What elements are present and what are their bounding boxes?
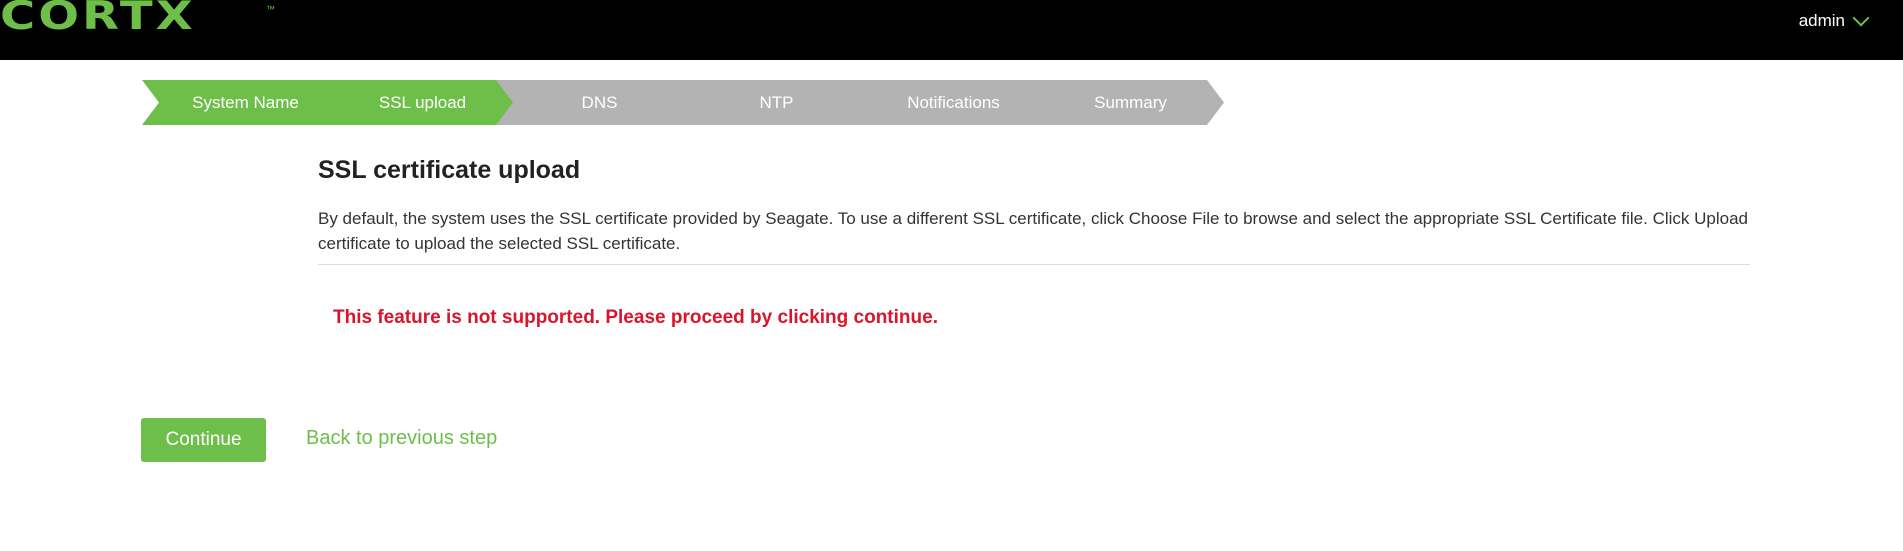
step-system-name[interactable]: System Name xyxy=(142,80,339,125)
chevron-down-icon[interactable] xyxy=(1852,9,1870,27)
top-header-bar: CORTX ™ admin xyxy=(0,0,1903,60)
section-divider xyxy=(318,264,1750,265)
user-name: admin xyxy=(1798,11,1845,30)
page-description: By default, the system uses the SSL cert… xyxy=(318,209,1749,253)
step-summary[interactable]: Summary xyxy=(1027,80,1224,125)
trademark-mark: ™ xyxy=(266,4,275,14)
back-to-previous-step-link[interactable]: Back to previous step xyxy=(306,427,497,450)
step-notifications[interactable]: Notifications xyxy=(850,80,1047,125)
cortx-logo: CORTX xyxy=(0,0,196,39)
step-ntp[interactable]: NTP xyxy=(673,80,870,125)
user-menu[interactable]: admin xyxy=(1798,9,1870,32)
step-ssl-upload[interactable]: SSL upload xyxy=(319,80,516,125)
continue-button[interactable]: Continue xyxy=(141,418,266,462)
step-dns[interactable]: DNS xyxy=(496,80,693,125)
page-title: SSL certificate upload xyxy=(318,156,581,184)
not-supported-message: This feature is not supported. Please pr… xyxy=(333,307,938,328)
